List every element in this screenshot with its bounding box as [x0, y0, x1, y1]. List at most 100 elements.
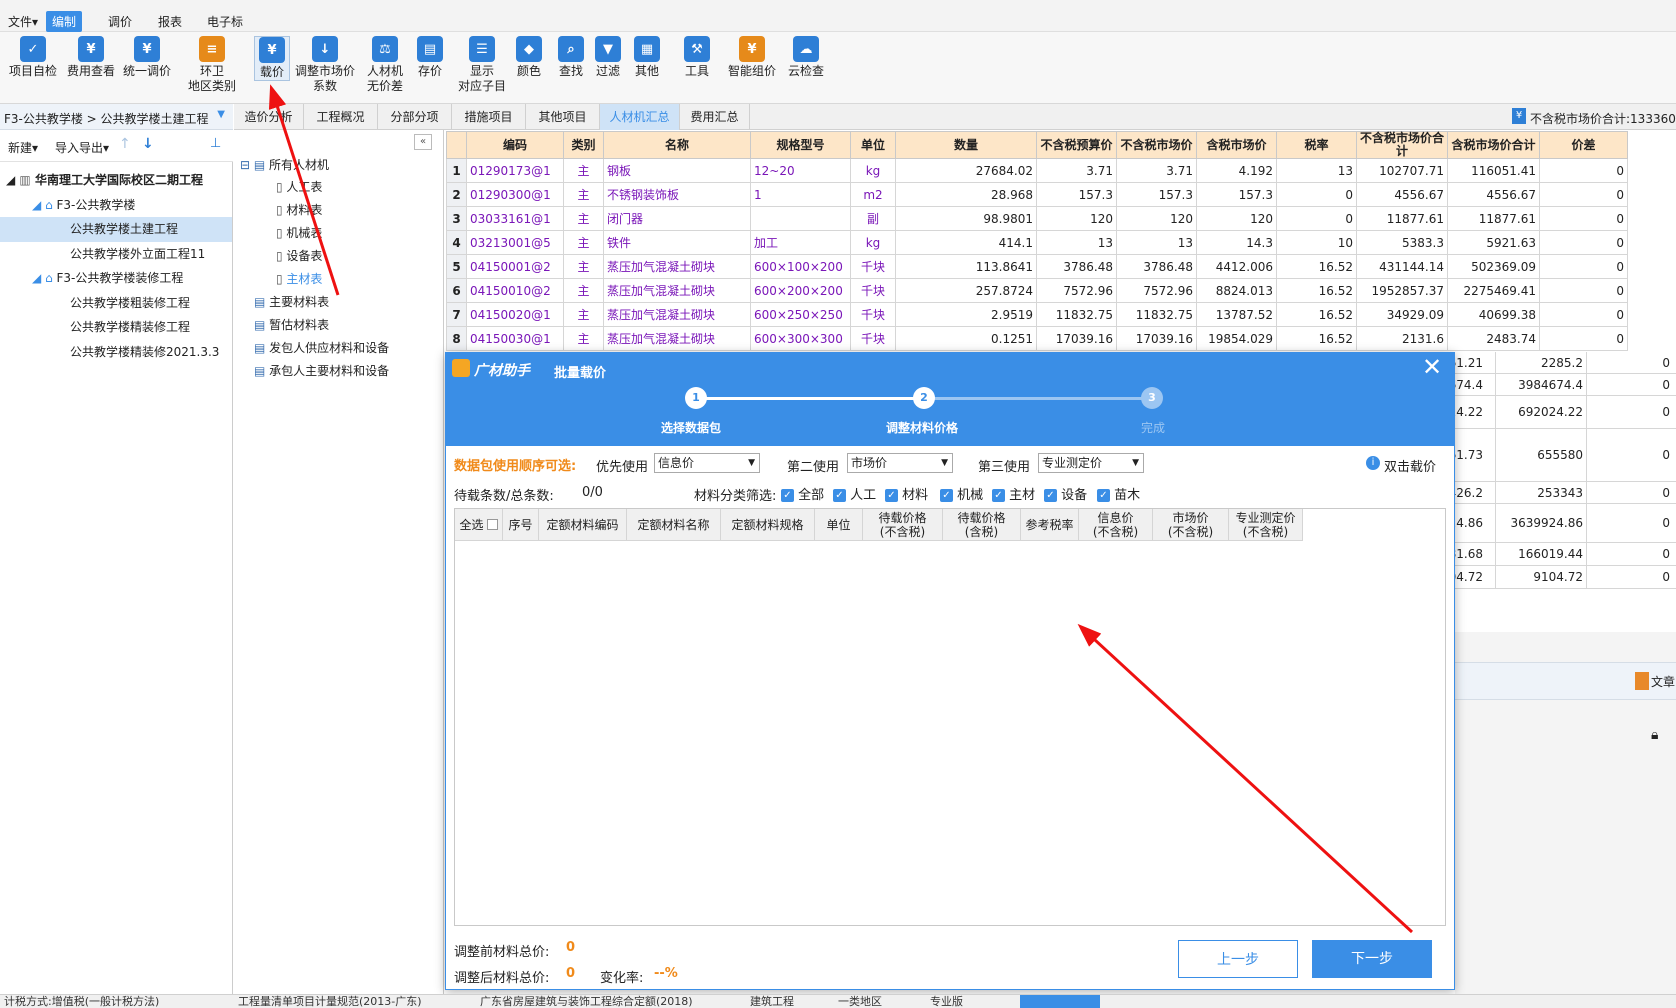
table-cell[interactable]: 主: [563, 254, 604, 279]
table-cell[interactable]: 600×250×250: [750, 302, 851, 327]
table-cell[interactable]: 13: [1276, 158, 1357, 183]
grid-header[interactable]: 不含税市场价: [1116, 131, 1197, 159]
table-cell[interactable]: 0: [1539, 254, 1628, 279]
table-cell[interactable]: 3984674.4: [1495, 374, 1587, 395]
table-cell[interactable]: 16.52: [1276, 278, 1357, 303]
menu-ebid[interactable]: 电子标: [201, 11, 249, 32]
table-cell[interactable]: 4412.006: [1196, 254, 1277, 279]
table-cell[interactable]: 600×100×200: [750, 254, 851, 279]
table-cell[interactable]: 8: [446, 326, 467, 351]
table-cell[interactable]: 04150001@2: [466, 254, 564, 279]
tab-5[interactable]: 人材机汇总: [600, 104, 680, 130]
table-cell[interactable]: 120: [1116, 206, 1197, 231]
table-row[interactable]: 8 04150030@1 主蒸压加气混凝土砌块 600×300×300 千块 0.1251…: [446, 326, 1628, 351]
chevron-down-icon[interactable]: ▼: [217, 109, 225, 120]
tree-item[interactable]: 公共教学楼外立面工程11: [0, 242, 232, 267]
table-cell[interactable]: 0: [1539, 326, 1628, 351]
table-cell[interactable]: 3.71: [1036, 158, 1117, 183]
column-header[interactable]: 定额材料规格: [721, 509, 815, 541]
table-cell[interactable]: 3786.48: [1036, 254, 1117, 279]
table-cell[interactable]: 17039.16: [1116, 326, 1197, 351]
table-cell[interactable]: 0: [1662, 374, 1670, 396]
grid-header[interactable]: 类别: [563, 131, 604, 159]
table-cell[interactable]: 主: [563, 158, 604, 183]
table-row[interactable]: 24.22 692024.22 0: [1449, 396, 1676, 429]
table-cell[interactable]: 11877.61: [1356, 206, 1448, 231]
checkbox-checked-icon[interactable]: ✓: [940, 489, 953, 502]
grid-header[interactable]: 编码: [466, 131, 564, 159]
table-cell[interactable]: 4556.67: [1447, 182, 1540, 207]
table-cell[interactable]: 2275469.41: [1447, 278, 1540, 303]
ribbon-button-adjust-price[interactable]: ¥ 统一调价: [120, 36, 174, 79]
column-header[interactable]: 序号: [503, 509, 539, 541]
table-cell[interactable]: 04150020@1: [466, 302, 564, 327]
next-step-button[interactable]: 下一步: [1312, 940, 1432, 978]
tree-item[interactable]: 公共教学楼精装修2021.3.3: [0, 340, 232, 365]
second-use-select[interactable]: 市场价 ▼: [847, 453, 953, 473]
table-row[interactable]: 3 03033161@1 主闭门器副 98.9801 120 120 120 0 11877.6…: [446, 206, 1628, 231]
table-cell[interactable]: 28.968: [895, 182, 1037, 207]
material-tree-item[interactable]: ▤ 承包人主要材料和设备: [254, 362, 389, 379]
table-cell[interactable]: 0: [1662, 352, 1670, 374]
table-cell[interactable]: 0: [1276, 206, 1357, 231]
table-cell[interactable]: 5: [446, 254, 467, 279]
table-cell[interactable]: 千块: [850, 254, 896, 279]
collapse-icon[interactable]: «: [414, 134, 432, 150]
table-cell[interactable]: [750, 206, 851, 231]
table-row[interactable]: 1 01290173@1 主钢板 12~20 kg 27684.02 3.71 3.71 4.1…: [446, 158, 1628, 183]
table-cell[interactable]: 102707.71: [1356, 158, 1448, 183]
ribbon-button-save-price[interactable]: ▤ 存价: [410, 36, 450, 79]
table-cell[interactable]: 铁件: [603, 230, 751, 255]
table-cell[interactable]: 3639924.86: [1495, 504, 1587, 542]
table-cell[interactable]: 2.9519: [895, 302, 1037, 327]
third-use-select[interactable]: 专业测定价 ▼: [1038, 453, 1144, 473]
table-cell[interactable]: 253343: [1495, 482, 1587, 503]
table-cell[interactable]: 157.3: [1196, 182, 1277, 207]
table-cell[interactable]: 7572.96: [1116, 278, 1197, 303]
material-tree-item[interactable]: ▤ 暂估材料表: [254, 316, 329, 333]
table-cell[interactable]: 0: [1662, 566, 1670, 589]
table-row[interactable]: 426.2 253343 0: [1449, 482, 1676, 504]
tab-0[interactable]: 造价分析: [234, 104, 304, 130]
table-cell[interactable]: 4556.67: [1356, 182, 1448, 207]
table-cell[interactable]: 加工: [750, 230, 851, 255]
table-cell[interactable]: 431144.14: [1356, 254, 1448, 279]
table-cell[interactable]: 16.52: [1276, 254, 1357, 279]
table-cell[interactable]: 11877.61: [1447, 206, 1540, 231]
table-cell[interactable]: 钢板: [603, 158, 751, 183]
tab-4[interactable]: 其他项目: [526, 104, 600, 130]
column-header[interactable]: 待载价格 (含税): [943, 509, 1021, 541]
table-cell[interactable]: 27684.02: [895, 158, 1037, 183]
table-cell[interactable]: 千块: [850, 278, 896, 303]
new-button[interactable]: 新建▾: [8, 139, 38, 156]
table-row[interactable]: 81.68 166019.44 0: [1449, 543, 1676, 566]
table-cell[interactable]: 157.3: [1036, 182, 1117, 207]
table-cell[interactable]: 01290300@1: [466, 182, 564, 207]
table-cell[interactable]: 蒸压加气混凝土砌块: [603, 326, 751, 351]
menu-adjust[interactable]: 调价: [102, 11, 138, 32]
table-cell[interactable]: 不锈钢装饰板: [603, 182, 751, 207]
table-cell[interactable]: 0: [1662, 396, 1670, 429]
collapse-caret-icon[interactable]: ◢: [32, 198, 41, 212]
select-all-checkbox[interactable]: [486, 519, 498, 530]
table-cell[interactable]: 蒸压加气混凝土砌块: [603, 302, 751, 327]
table-cell[interactable]: 1: [750, 182, 851, 207]
material-tree-item[interactable]: ⊟ ▤ 所有人材机: [240, 156, 329, 173]
ribbon-button-filter[interactable]: ▼ 过滤: [593, 36, 623, 79]
table-row[interactable]: 61.73 655580 0: [1449, 429, 1676, 482]
ribbon-button-cloud-check[interactable]: ☁ 云检查: [784, 36, 828, 79]
table-cell[interactable]: 0: [1539, 278, 1628, 303]
table-cell[interactable]: 1952857.37: [1356, 278, 1448, 303]
material-tree-item[interactable]: ▯ 设备表: [276, 247, 322, 264]
filter-checkbox[interactable]: ✓ 材料: [885, 484, 928, 503]
table-cell[interactable]: 12~20: [750, 158, 851, 183]
tab-2[interactable]: 分部分项: [378, 104, 452, 130]
table-cell[interactable]: 闭门器: [603, 206, 751, 231]
table-row[interactable]: 2 01290300@1 主不锈钢装饰板 1 m2 28.968 157.3 157.3 157…: [446, 182, 1628, 207]
table-row[interactable]: 674.4 3984674.4 0: [1449, 374, 1676, 396]
close-icon[interactable]: ✕: [1422, 355, 1442, 379]
table-cell[interactable]: 13: [1036, 230, 1117, 255]
table-cell[interactable]: 600×300×300: [750, 326, 851, 351]
table-cell[interactable]: 17039.16: [1036, 326, 1117, 351]
prev-step-button[interactable]: 上一步: [1178, 940, 1298, 978]
